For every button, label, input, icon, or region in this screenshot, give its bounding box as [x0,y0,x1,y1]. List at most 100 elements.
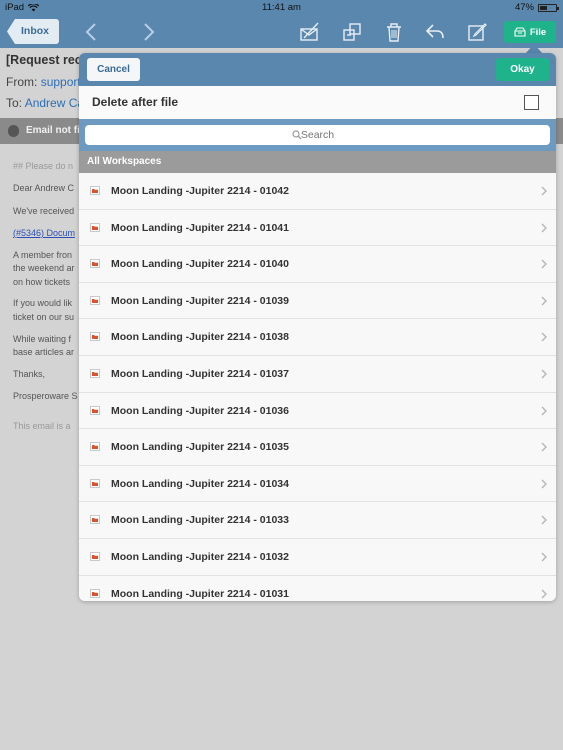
clock: 11:41 am [262,2,301,13]
email-body-line: We've received [13,206,75,216]
workspace-folder-icon [90,405,100,415]
email-body-line: ## Please do n [13,161,74,171]
from-value[interactable]: support [41,75,81,89]
workspace-row[interactable]: Moon Landing -Jupiter 2214 - 01042 [79,173,556,210]
email-body-line: base articles ar [13,347,75,357]
workspace-row[interactable]: Moon Landing -Jupiter 2214 - 01039 [79,282,556,320]
reply-icon[interactable] [424,21,446,43]
to-line: To: Andrew Ca [6,96,84,110]
trash-icon[interactable] [383,21,405,43]
chevron-right-icon [541,332,547,342]
mark-unread-icon[interactable] [299,21,321,43]
chevron-right-icon [541,369,547,379]
workspace-row[interactable]: Moon Landing -Jupiter 2214 - 01041 [79,209,556,247]
chevron-right-icon [541,442,547,452]
battery-percent: 47% [514,2,534,13]
workspace-folder-icon [90,186,100,195]
workspace-name: Moon Landing -Jupiter 2214 - 01034 [111,477,289,490]
workspace-folder-icon [90,515,100,525]
chevron-right-icon [541,552,547,562]
workspace-name: Moon Landing -Jupiter 2214 - 01031 [111,587,289,600]
search-icon [292,130,302,140]
status-bar: iPad 11:41 am 47% [0,0,563,15]
chevron-right-icon [541,589,547,599]
workspace-name: Moon Landing -Jupiter 2214 - 01040 [111,258,289,271]
to-label: To: [6,96,23,110]
delete-after-file-label: Delete after file [92,95,179,109]
chevron-right-icon [541,296,547,306]
move-message-icon[interactable] [341,21,363,43]
workspace-row[interactable]: Moon Landing -Jupiter 2214 - 01032 [79,538,556,576]
banner-text: Email not fil [26,125,83,136]
email-body-line: While waiting f [13,334,72,344]
chevron-right-icon [541,515,547,525]
popover-header: Cancel Okay [79,53,556,86]
email-body-line: ticket on our su [13,312,75,322]
workspace-folder-icon [90,295,100,305]
email-body-line: Thanks, [13,369,46,379]
workspace-folder-icon [90,551,100,561]
email-body-line: If you would lik [13,298,73,308]
workspace-name: Moon Landing -Jupiter 2214 - 01035 [111,441,289,454]
workspace-row[interactable]: Moon Landing -Jupiter 2214 - 01034 [79,465,556,503]
workspace-row[interactable]: Moon Landing -Jupiter 2214 - 01036 [79,392,556,430]
from-line: From: support [6,75,81,89]
chevron-right-icon [541,479,547,489]
delete-after-file-row[interactable]: Delete after file [79,86,556,119]
workspace-name: Moon Landing -Jupiter 2214 - 01032 [111,550,289,563]
workspace-folder-icon [90,332,100,342]
chevron-right-icon [541,223,547,233]
workspace-folder-icon [90,588,100,598]
workspace-list: Moon Landing -Jupiter 2214 - 01042 Moon L… [79,173,556,601]
search-bar [79,119,556,151]
workspace-row[interactable]: Moon Landing -Jupiter 2214 - 01035 [79,429,556,466]
previous-message-icon[interactable] [81,21,103,43]
next-message-icon[interactable] [137,21,159,43]
chevron-right-icon [541,186,547,196]
workspace-folder-icon [90,442,100,452]
cancel-button[interactable]: Cancel [87,58,140,81]
email-body-line: the weekend ar [13,263,75,273]
workspace-name: Moon Landing -Jupiter 2214 - 01036 [111,404,289,417]
compose-icon[interactable] [466,21,488,43]
workspace-folder-icon [90,222,100,232]
workspace-name: Moon Landing -Jupiter 2214 - 01033 [111,514,289,527]
section-header: All Workspaces [79,151,556,173]
workspace-name: Moon Landing -Jupiter 2214 - 01038 [111,331,289,344]
email-subject: [Request rec [6,53,82,67]
file-button[interactable]: File [504,21,556,43]
email-body-line: on how tickets [13,277,71,287]
workspace-row[interactable]: Moon Landing -Jupiter 2214 - 01033 [79,502,556,539]
email-body-line[interactable]: (#5346) Docum [13,228,75,238]
file-popover: Cancel Okay Delete after file All Worksp… [79,53,556,601]
chevron-right-icon [541,259,547,269]
workspace-folder-icon [90,478,100,488]
search-input[interactable] [85,125,550,145]
workspace-row[interactable]: Moon Landing -Jupiter 2214 - 01037 [79,355,556,393]
workspace-name: Moon Landing -Jupiter 2214 - 01037 [111,367,289,380]
toolbar: Inbox File [0,15,563,48]
file-button-label: File [529,26,547,38]
to-value[interactable]: Andrew Ca [25,96,84,110]
delete-after-file-checkbox[interactable] [524,95,539,110]
inbox-back-button[interactable]: Inbox [7,19,59,44]
battery-icon [538,3,559,12]
workspace-row[interactable]: Moon Landing -Jupiter 2214 - 01031 [79,575,556,601]
workspace-name: Moon Landing -Jupiter 2214 - 01042 [111,185,289,197]
workspace-folder-icon [90,368,100,378]
file-tray-icon [514,27,526,37]
workspace-name: Moon Landing -Jupiter 2214 - 01039 [111,294,289,307]
workspace-name: Moon Landing -Jupiter 2214 - 01041 [111,221,289,234]
okay-button[interactable]: Okay [496,58,549,81]
battery-fill [540,5,548,10]
shield-icon [8,125,19,137]
status-right: 47% [514,2,559,13]
workspace-row[interactable]: Moon Landing -Jupiter 2214 - 01040 [79,246,556,283]
email-body-line: This email is a [13,421,71,431]
email-body-line: A member fron [13,250,73,260]
from-label: From: [6,75,38,89]
email-body-line: Prosperoware S [13,391,78,401]
chevron-right-icon [541,406,547,416]
workspace-row[interactable]: Moon Landing -Jupiter 2214 - 01038 [79,319,556,356]
workspace-folder-icon [90,259,100,269]
